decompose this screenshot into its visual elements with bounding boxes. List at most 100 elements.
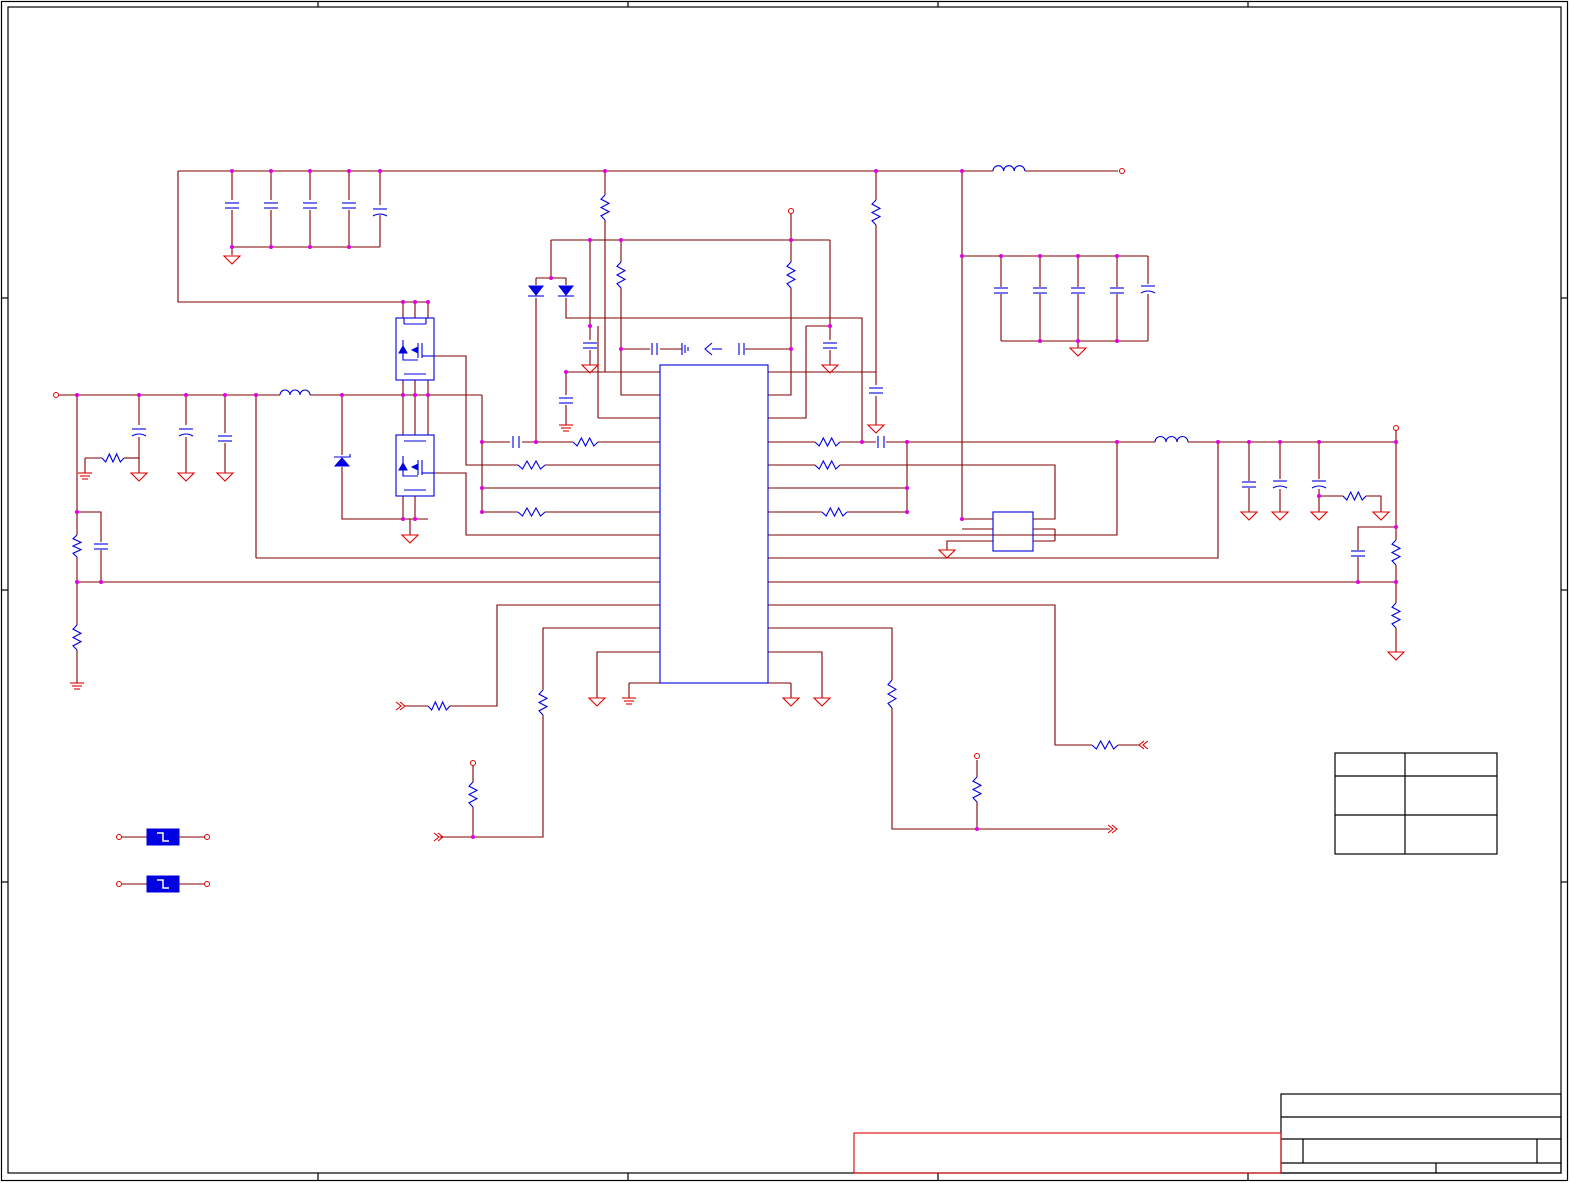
junction-dot-8 xyxy=(960,169,964,173)
junction-dot-29 xyxy=(99,580,103,584)
junction-dot-2 xyxy=(269,169,273,173)
junction-dot-53 xyxy=(1394,440,1398,444)
note-box xyxy=(853,1132,1282,1174)
resistor-17 xyxy=(537,689,549,716)
junction-dot-36 xyxy=(619,238,623,242)
resistor-5 xyxy=(814,436,841,448)
capacitor-18 xyxy=(1140,285,1156,294)
resistor-21 xyxy=(1390,539,1402,566)
junction-dot-15 xyxy=(426,300,430,304)
capacitor-19 xyxy=(1242,481,1256,488)
capacitor-5 xyxy=(372,208,388,217)
junction-dot-48 xyxy=(1216,440,1220,444)
resistor-22 xyxy=(1390,602,1402,629)
junction-dot-3 xyxy=(308,169,312,173)
junction-dot-35 xyxy=(588,238,592,242)
grounds xyxy=(70,255,1406,707)
fuse-1 xyxy=(146,828,180,846)
junction-dot-19 xyxy=(223,393,227,397)
junction-dot-45 xyxy=(905,486,909,490)
resistor-13 xyxy=(785,261,797,289)
junction-dot-17 xyxy=(137,393,141,397)
resistor-18 xyxy=(467,781,479,808)
diode-1 xyxy=(527,285,545,297)
junction-dot-11 xyxy=(308,245,312,249)
ground-symbol-16 xyxy=(587,697,607,707)
capacitor-21 xyxy=(1311,480,1327,489)
capacitor-7 xyxy=(178,428,194,437)
junctions xyxy=(75,169,1398,839)
junction-dot-14 xyxy=(413,300,417,304)
junction-dot-51 xyxy=(1317,440,1321,444)
junction-dot-44 xyxy=(905,440,909,444)
junction-dot-38 xyxy=(588,324,592,328)
capacitor-13 xyxy=(869,387,883,394)
resistor-7 xyxy=(821,506,848,518)
junction-dot-52 xyxy=(1317,494,1321,498)
title-block xyxy=(1280,1093,1562,1174)
capacitor-10 xyxy=(583,342,597,349)
junction-dot-16 xyxy=(75,393,79,397)
junction-dot-25 xyxy=(401,517,405,521)
capacitor-8 xyxy=(218,435,232,442)
junction-dot-40 xyxy=(564,370,568,374)
resistor-16 xyxy=(71,624,83,651)
junction-dot-39 xyxy=(828,324,832,328)
junction-dot-66 xyxy=(471,835,475,839)
junction-dot-60 xyxy=(1076,254,1080,258)
diode-2 xyxy=(557,285,575,297)
sheet-border xyxy=(0,0,1569,1182)
q-high-side xyxy=(395,317,435,381)
capacitor-14 xyxy=(994,287,1008,294)
resistor-6 xyxy=(814,459,841,471)
wires xyxy=(58,170,1397,885)
capacitor-17 xyxy=(1110,287,1124,294)
revision-table xyxy=(1334,752,1498,855)
ground-symbol-9 xyxy=(1068,347,1088,357)
junction-dot-1 xyxy=(230,169,234,173)
junction-dot-6 xyxy=(603,169,607,173)
junction-dot-59 xyxy=(1038,254,1042,258)
junction-dot-57 xyxy=(960,254,964,258)
ground-symbol-19 xyxy=(78,472,92,480)
junction-dot-30 xyxy=(480,440,484,444)
junction-dot-55 xyxy=(1394,580,1398,584)
capacitor-22 xyxy=(1351,550,1365,557)
junction-dot-26 xyxy=(413,517,417,521)
junction-dot-33 xyxy=(480,510,484,514)
ports xyxy=(53,168,1399,887)
capacitor-6 xyxy=(131,428,147,437)
ground-symbol-20 xyxy=(70,682,84,690)
junction-dot-10 xyxy=(269,245,273,249)
ground-symbol-21 xyxy=(559,424,573,432)
ground-symbol-18 xyxy=(812,697,832,707)
junction-dot-50 xyxy=(1278,440,1282,444)
resistor-8 xyxy=(1342,490,1367,502)
resistor-1 xyxy=(101,452,125,464)
resistor-9 xyxy=(427,700,451,712)
capacitor-20 xyxy=(1272,480,1288,489)
junction-dot-64 xyxy=(1115,339,1119,343)
ground-symbol-10 xyxy=(937,549,957,559)
capacitor-16 xyxy=(1071,287,1085,294)
capacitor-4 xyxy=(342,202,356,209)
junction-dot-32 xyxy=(480,486,484,490)
resistor-2 xyxy=(572,436,599,448)
ground-symbol-3 xyxy=(176,472,196,482)
q-low-side xyxy=(395,434,435,497)
junction-dot-43 xyxy=(860,440,864,444)
junction-dot-13 xyxy=(401,300,405,304)
junction-dot-56 xyxy=(1356,580,1360,584)
ground-symbol-13 xyxy=(1309,511,1329,521)
capacitors xyxy=(94,202,1365,557)
resistor-3 xyxy=(517,459,546,471)
ground-symbol-1 xyxy=(222,255,242,265)
ground-symbol-5 xyxy=(400,534,420,544)
resistor-4 xyxy=(517,506,546,518)
resistor-10 xyxy=(1091,739,1119,751)
resistor-12 xyxy=(615,261,627,289)
capacitor-12 xyxy=(823,342,837,349)
junction-dot-5 xyxy=(378,169,382,173)
ground-symbol-15 xyxy=(1386,651,1406,661)
resistor-20 xyxy=(971,776,983,803)
